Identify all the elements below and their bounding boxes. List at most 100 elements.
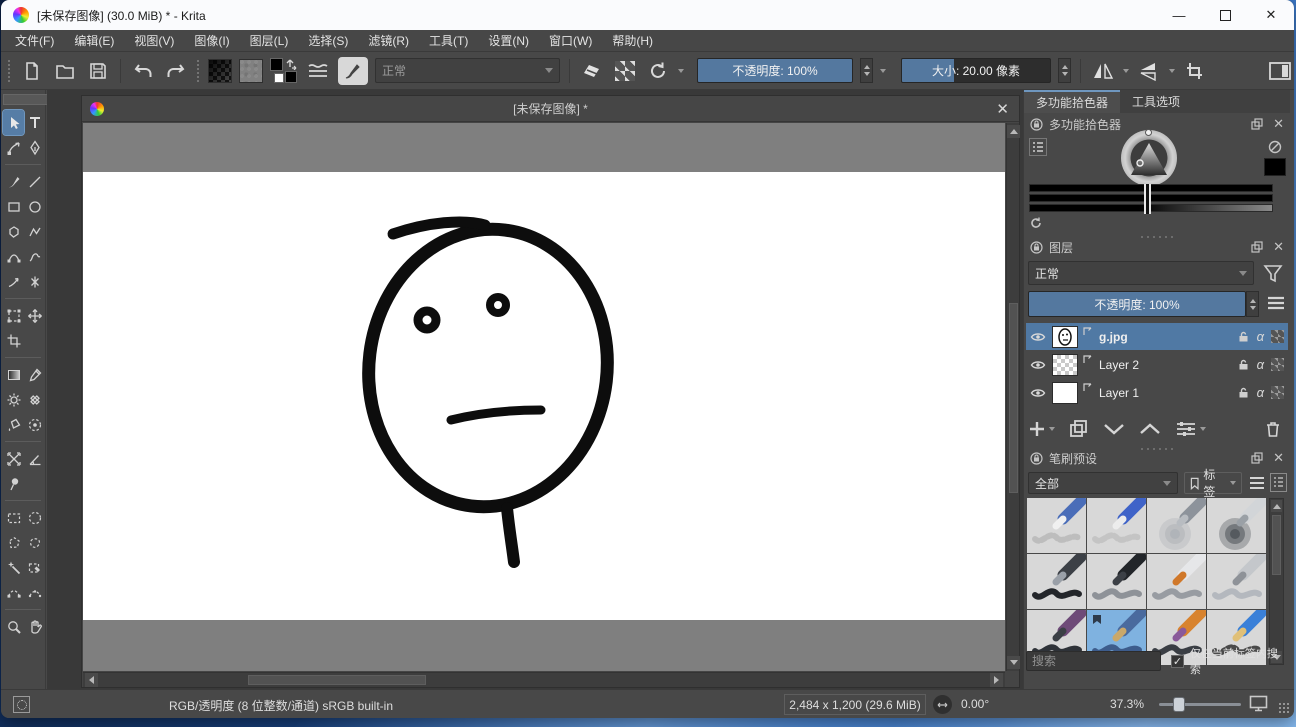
color-settings-button[interactable]	[1029, 138, 1047, 156]
preset-scroll-thumb[interactable]	[1272, 515, 1281, 575]
search-in-tag-checkbox[interactable]: ✓	[1171, 655, 1184, 668]
dynamic-brush-tool[interactable]	[3, 269, 24, 294]
brush-preset-pen-silver[interactable]	[1207, 554, 1266, 609]
add-layer-button[interactable]	[1028, 420, 1055, 438]
foreground-background-colors[interactable]	[270, 58, 298, 84]
window-resize-grip[interactable]	[1278, 702, 1290, 714]
selection-mode-button[interactable]	[13, 696, 30, 713]
minimize-button[interactable]: —	[1156, 0, 1202, 30]
scroll-up-button[interactable]	[1007, 125, 1020, 138]
layer-visibility-icon[interactable]	[1030, 331, 1046, 343]
layer-thumbnail[interactable]	[1052, 354, 1078, 376]
redo-button[interactable]	[163, 58, 189, 84]
alpha-lock-icon[interactable]: α	[1257, 329, 1264, 344]
refresh-colors-icon[interactable]	[1029, 216, 1043, 230]
menu-tools[interactable]: 工具(T)	[429, 32, 468, 49]
undo-button[interactable]	[130, 58, 156, 84]
preset-scroll-up-button[interactable]	[1271, 500, 1282, 512]
zoom-slider-thumb[interactable]	[1173, 697, 1185, 712]
brush-preset-ink-pen-dark[interactable]	[1027, 554, 1086, 609]
sv-triangle-selector[interactable]	[1130, 142, 1168, 176]
gradient-tool[interactable]	[3, 362, 24, 387]
canvas-vertical-scrollbar[interactable]	[1006, 123, 1019, 671]
zoom-tool[interactable]	[3, 614, 24, 639]
menu-image[interactable]: 图像(I)	[194, 32, 229, 49]
bezier-select-tool[interactable]	[3, 580, 24, 605]
freehand-path-tool[interactable]	[24, 244, 45, 269]
opacity-spinner[interactable]	[860, 58, 873, 83]
mirror-vertical-button[interactable]	[1136, 58, 1162, 84]
opacity-slider[interactable]: 不透明度: 100%	[697, 58, 853, 83]
layer-thumbnail[interactable]	[1052, 382, 1078, 404]
toolbar-drag-handle[interactable]	[196, 59, 201, 83]
mirror-horizontal-button[interactable]	[1090, 58, 1116, 84]
reload-preset-button[interactable]	[645, 58, 671, 84]
line-tool[interactable]	[24, 169, 45, 194]
docker-float-icon[interactable]	[1251, 118, 1263, 130]
preserve-alpha-button[interactable]	[612, 58, 638, 84]
docker-close-icon[interactable]: ✕	[1273, 452, 1284, 464]
maximize-button[interactable]	[1202, 0, 1248, 30]
color-slider-3[interactable]	[1029, 204, 1273, 212]
freehand-brush-tool[interactable]	[3, 169, 24, 194]
reference-images-tool[interactable]	[3, 471, 24, 496]
brush-option-slider-button[interactable]	[305, 58, 331, 84]
duplicate-layer-icon[interactable]	[1069, 420, 1089, 438]
eraser-mode-button[interactable]	[579, 58, 605, 84]
layer-blending-mode-dropdown[interactable]: 正常	[1028, 261, 1254, 285]
transform-tool[interactable]	[3, 303, 24, 328]
rect-select-tool[interactable]	[3, 505, 24, 530]
docker-close-icon[interactable]: ✕	[1273, 118, 1284, 130]
polygon-tool[interactable]	[3, 219, 24, 244]
layer-row-layer-1[interactable]: Layer 1α	[1026, 379, 1288, 406]
preset-view-mode-button[interactable]	[1270, 473, 1287, 492]
fill-tool[interactable]	[3, 412, 24, 437]
document-titlebar[interactable]: [未保存图像] * ✕	[82, 96, 1019, 122]
smart-patch-tool[interactable]	[24, 387, 45, 412]
horizontal-scroll-thumb[interactable]	[248, 675, 426, 685]
workspace-chooser-button[interactable]	[1267, 58, 1293, 84]
enclose-fill-tool[interactable]	[24, 412, 45, 437]
layer-lock-icon[interactable]	[1237, 358, 1250, 371]
inherit-alpha-icon[interactable]	[1271, 386, 1284, 399]
document-close-icon[interactable]: ✕	[996, 100, 1009, 118]
inherit-alpha-icon[interactable]	[1271, 358, 1284, 371]
bezier-curve-tool[interactable]	[3, 244, 24, 269]
brush-size-slider[interactable]: 大小: 20.00 像素	[901, 58, 1051, 83]
menu-view[interactable]: 视图(V)	[134, 32, 174, 49]
brush-size-spinner[interactable]	[1058, 58, 1071, 83]
similar-select-tool[interactable]	[3, 555, 24, 580]
color-slider-1[interactable]	[1029, 184, 1273, 192]
canvas-horizontal-scrollbar[interactable]	[83, 672, 1005, 687]
color-slider-marker[interactable]	[1144, 184, 1151, 214]
docker-lock-icon[interactable]	[1030, 241, 1043, 254]
brush-preset-pen-white-orange[interactable]	[1147, 554, 1206, 609]
mirror-horizontal-dropdown-icon[interactable]	[1123, 69, 1129, 73]
move-layer-up-icon[interactable]	[1139, 422, 1161, 436]
alpha-lock-icon[interactable]: α	[1257, 357, 1264, 372]
delete-layer-icon[interactable]	[1264, 420, 1282, 438]
crop-tool[interactable]	[3, 328, 24, 353]
rectangle-tool[interactable]	[3, 194, 24, 219]
canvas-viewport[interactable]	[83, 123, 1005, 671]
menu-layer[interactable]: 图层(L)	[250, 32, 289, 49]
docker-close-icon[interactable]: ✕	[1273, 241, 1284, 253]
no-color-icon[interactable]	[1268, 140, 1282, 154]
colorize-mask-tool[interactable]	[3, 387, 24, 412]
polyline-tool[interactable]	[24, 219, 45, 244]
brush-preset-block-eraser[interactable]	[1027, 498, 1086, 553]
move-tool[interactable]	[24, 303, 45, 328]
close-button[interactable]: ✕	[1248, 0, 1294, 30]
menu-file[interactable]: 文件(F)	[15, 32, 54, 49]
docker-float-icon[interactable]	[1251, 452, 1263, 464]
layer-filter-icon[interactable]	[1262, 263, 1284, 285]
menu-edit[interactable]: 编辑(E)	[74, 32, 114, 49]
foreground-color-swatch[interactable]	[270, 58, 283, 71]
brush-preset-airbrush-soft[interactable]	[1147, 498, 1206, 553]
preset-scrollbar[interactable]	[1269, 498, 1284, 665]
preset-menu-icon[interactable]	[1248, 475, 1266, 491]
toolbar-drag-handle[interactable]	[7, 59, 12, 83]
measure-tool[interactable]	[24, 446, 45, 471]
alpha-lock-icon[interactable]: α	[1257, 385, 1264, 400]
menu-settings[interactable]: 设置(N)	[488, 32, 529, 49]
